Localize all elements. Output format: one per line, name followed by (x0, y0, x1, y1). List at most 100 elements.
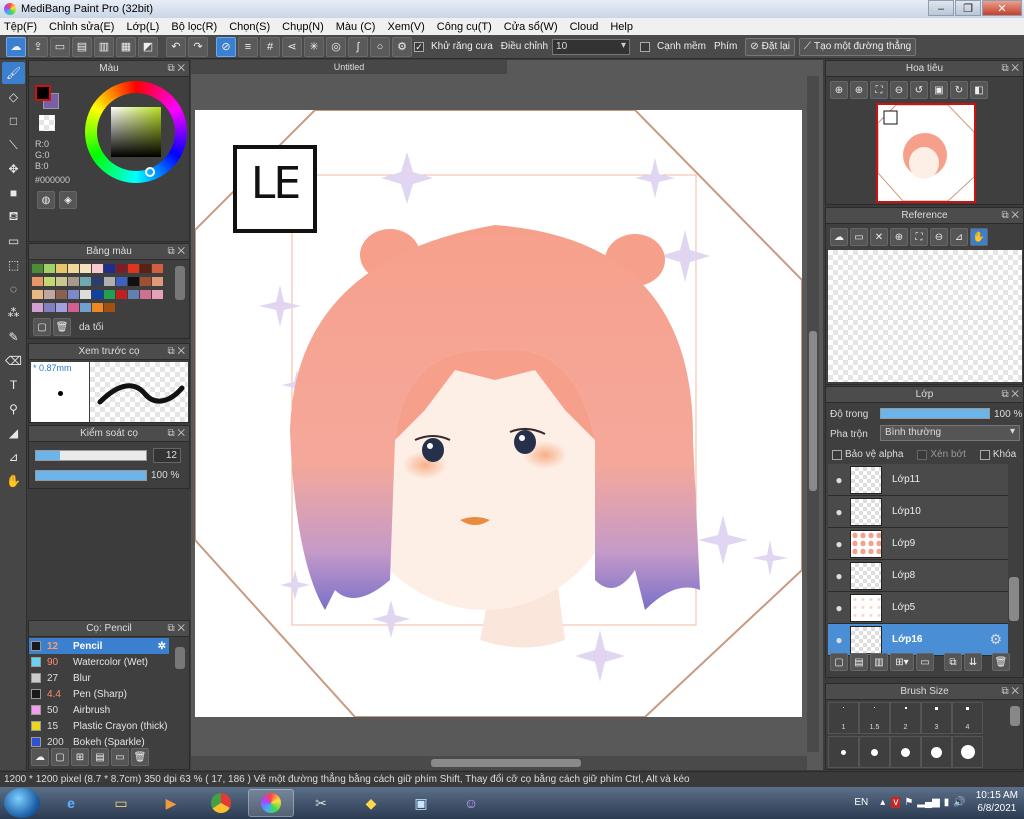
perspective-snap-icon[interactable]: ⋖ (282, 36, 302, 57)
bucket-tool-icon[interactable]: ⛾ (2, 206, 25, 228)
menu-filter[interactable]: Bộ lọc(R) (171, 21, 217, 33)
layer-row[interactable]: ● Lớp11 (828, 464, 1008, 496)
maximize-button[interactable]: ❐ (955, 0, 981, 16)
palette-swatch[interactable] (104, 264, 115, 273)
clock[interactable]: 10:15 AM 6/8/2021 (976, 789, 1018, 815)
file-explorer-icon[interactable]: ▭ (98, 789, 144, 817)
visibility-eye-icon[interactable]: ● (828, 537, 850, 551)
delete-brush-icon[interactable]: 🗑 (131, 748, 149, 766)
navigator-thumbnail[interactable] (876, 103, 976, 203)
palette-swatch[interactable] (56, 290, 67, 299)
palette-swatch[interactable] (92, 264, 103, 273)
layer-row[interactable]: ● Lớp16 ⚙ (828, 624, 1008, 656)
visibility-eye-icon[interactable]: ● (828, 569, 850, 583)
palette-swatch[interactable] (104, 303, 115, 312)
gradient-tool-icon[interactable]: ▭ (2, 230, 25, 252)
palette-swatch[interactable] (32, 303, 43, 312)
clipping-checkbox[interactable] (917, 449, 928, 460)
new-layer-icon[interactable]: ▢ (830, 653, 848, 671)
snap-off-icon[interactable]: ⊘ (216, 36, 236, 57)
brush-list-item[interactable]: 12 Pencil ✲ (29, 638, 169, 654)
palette-swatch[interactable] (92, 303, 103, 312)
palette-swatch[interactable] (32, 277, 43, 286)
palette-swatch[interactable] (116, 290, 127, 299)
reference-close-icon[interactable]: ✕ (870, 228, 888, 246)
brush-size-slider[interactable] (35, 450, 147, 461)
color-wheel[interactable] (85, 81, 187, 183)
radial-snap-icon[interactable]: ✳ (304, 36, 324, 57)
size-preset-6[interactable] (859, 736, 890, 768)
merge-layer-icon[interactable]: ⇊ (964, 653, 982, 671)
panel-close-icon[interactable]: ⧉ ✕ (1001, 684, 1019, 699)
palette-swatch[interactable] (44, 277, 55, 286)
start-button[interactable] (4, 788, 40, 818)
eyedropper-tool-icon[interactable]: ⊿ (2, 446, 25, 468)
size-preset-4[interactable]: 4 (952, 702, 983, 734)
size-preset-1[interactable]: 1 (828, 702, 859, 734)
brush-list-item[interactable]: 90 Watercolor (Wet) (29, 654, 169, 670)
blend-mode-select[interactable]: Bình thường ▾ (880, 425, 1020, 441)
canvas-vertical-scrollbar[interactable] (807, 76, 819, 752)
magic-wand-tool-icon[interactable]: ⁂ (2, 302, 25, 324)
brush-cloud-icon[interactable]: ☁ (31, 748, 49, 766)
chrome-icon[interactable] (198, 789, 244, 817)
reference-cloud-icon[interactable]: ☁ (830, 228, 848, 246)
select-pen-tool-icon[interactable]: ✎ (2, 326, 25, 348)
layer-list-scrollbar[interactable] (1009, 577, 1019, 621)
brush-size-scrollbar[interactable] (1010, 706, 1020, 726)
brush-settings-icon[interactable]: ▤ (91, 748, 109, 766)
add-layer-menu-icon[interactable]: ⊞▾ (890, 653, 914, 671)
antialias-checkbox[interactable]: ✓ (414, 41, 424, 52)
reference-hand-icon[interactable]: ✋ (970, 228, 988, 246)
flag-icon[interactable]: ⚑ (904, 797, 913, 808)
size-preset-7[interactable] (890, 736, 921, 768)
menu-select[interactable]: Chọn(S) (229, 21, 270, 33)
brush-list-item[interactable]: 27 Blur (29, 670, 169, 686)
color-palette-mode-icon[interactable]: ◈ (59, 191, 77, 209)
screen-icon[interactable]: ▤ (72, 36, 92, 57)
delete-layer-icon[interactable]: 🗑 (992, 653, 1010, 671)
layer-row[interactable]: ● Lớp5 (828, 592, 1008, 624)
fit-screen-icon[interactable]: ⛶ (870, 81, 888, 99)
panel-close-icon[interactable]: ⧉ ✕ (1001, 61, 1019, 76)
palette-swatch[interactable] (92, 277, 103, 286)
document-icon[interactable]: ▥ (94, 36, 114, 57)
adjust-select[interactable]: 10 (552, 38, 631, 55)
avatar-app-icon[interactable]: ☺ (448, 789, 494, 817)
palette-swatch[interactable] (104, 277, 115, 286)
actual-size-icon[interactable]: ▣ (930, 81, 948, 99)
hue-marker[interactable] (145, 167, 155, 177)
move-tool-icon[interactable]: ✥ (2, 158, 25, 180)
circle-snap-icon[interactable]: ◎ (326, 36, 346, 57)
palette-swatch[interactable] (80, 264, 91, 273)
reference-zoom-out-icon[interactable]: ⊖ (930, 228, 948, 246)
reference-view[interactable] (828, 250, 1022, 382)
canvas-tab[interactable]: Untitled (191, 60, 507, 74)
remote-app-icon[interactable]: ▣ (398, 789, 444, 817)
palette-scrollbar[interactable] (175, 266, 185, 300)
shape-tool-icon[interactable]: □ (2, 110, 25, 132)
new-halftone-layer-icon[interactable]: ▤ (850, 653, 868, 671)
palette-swatch[interactable] (56, 303, 67, 312)
zoom-in-alt-icon[interactable]: ⊕ (850, 81, 868, 99)
snipping-tool-icon[interactable]: ✂ (298, 789, 344, 817)
visibility-eye-icon[interactable]: ● (828, 473, 850, 487)
battery-icon[interactable]: ▮ (944, 797, 950, 808)
palette-swatch[interactable] (128, 264, 139, 273)
layer-opacity-slider[interactable] (880, 408, 990, 419)
panel-close-icon[interactable]: ⧉ ✕ (1001, 208, 1019, 223)
canvas-horizontal-scrollbar[interactable] (191, 756, 807, 770)
tray-expand-icon[interactable]: ▴ (880, 797, 885, 808)
new-brush-icon[interactable]: ▢ (51, 748, 69, 766)
size-preset-9[interactable] (952, 736, 983, 768)
size-preset-8[interactable] (921, 736, 952, 768)
zoom-out-icon[interactable]: ⊖ (890, 81, 908, 99)
game-icon[interactable]: ◆ (348, 789, 394, 817)
palette-swatch[interactable] (152, 264, 163, 273)
panel-close-icon[interactable]: ⧉ ✕ (167, 426, 185, 441)
panel-close-icon[interactable]: ⧉ ✕ (167, 621, 185, 636)
panel-close-icon[interactable]: ⧉ ✕ (167, 244, 185, 259)
comment-icon[interactable]: ▭ (50, 36, 70, 57)
layer-folder-icon[interactable]: ▭ (916, 653, 934, 671)
reference-fit-icon[interactable]: ⛶ (910, 228, 928, 246)
